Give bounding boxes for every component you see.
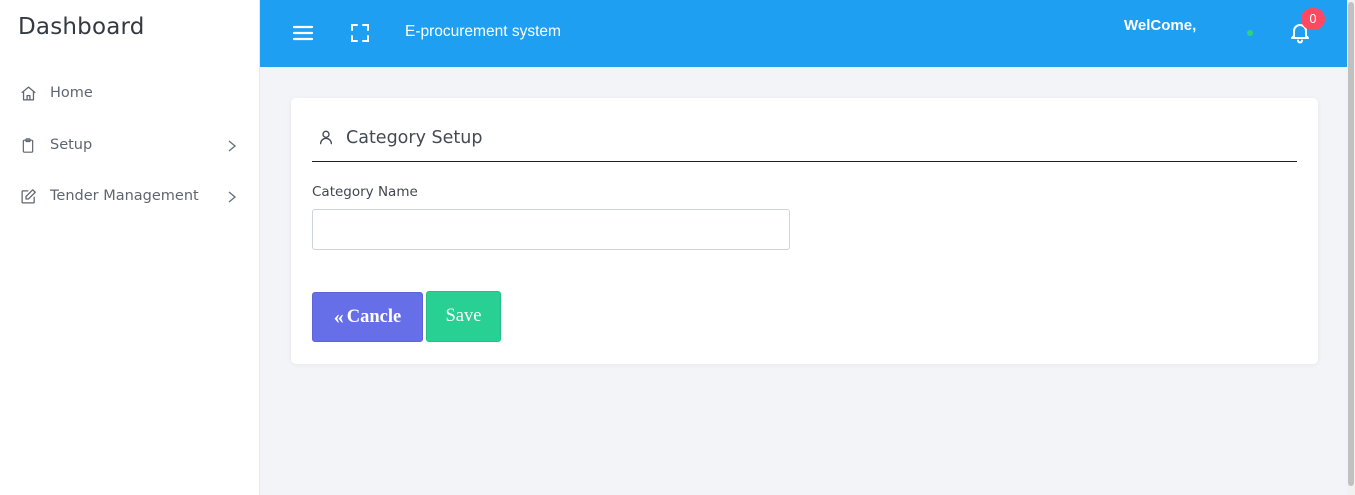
sidebar-item-label: Tender Management <box>50 188 199 204</box>
sidebar-item-setup[interactable]: Setup <box>0 130 259 160</box>
category-name-input[interactable] <box>312 209 790 250</box>
category-name-label: Category Name <box>312 184 418 200</box>
sidebar-item-label: Setup <box>50 137 93 153</box>
edit-icon <box>19 187 37 205</box>
brand-title: Dashboard <box>18 14 145 40</box>
save-button-label: Save <box>445 306 482 326</box>
sidebar-item-tender-management[interactable]: Tender Management <box>0 181 259 211</box>
sidebar: Dashboard Home Setup Tender Management <box>0 0 260 495</box>
double-chevron-left-icon: « <box>333 305 344 328</box>
user-icon <box>318 129 334 145</box>
hamburger-menu-icon[interactable] <box>292 22 314 44</box>
clipboard-icon <box>19 136 37 154</box>
sidebar-item-home[interactable]: Home <box>0 78 259 108</box>
category-setup-card: Category Setup Category Name « Cancle Sa… <box>291 98 1318 364</box>
cancel-button[interactable]: « Cancle <box>312 292 423 342</box>
home-icon <box>19 84 37 102</box>
save-button[interactable]: Save <box>426 291 501 342</box>
card-title: Category Setup <box>346 128 483 148</box>
chevron-right-icon <box>226 189 238 203</box>
chevron-right-icon <box>226 138 238 152</box>
app-title: E-procurement system <box>405 23 561 40</box>
welcome-text: WelCome, <box>1124 17 1197 34</box>
card-header: Category Setup <box>312 124 1297 162</box>
top-navbar: E-procurement system WelCome, 0 <box>260 0 1347 67</box>
online-status-dot <box>1247 30 1253 36</box>
cancel-button-label: Cancle <box>346 306 402 327</box>
notification-badge: 0 <box>1301 8 1325 30</box>
scrollbar-thumb[interactable] <box>1348 2 1354 486</box>
fullscreen-icon[interactable] <box>349 22 371 44</box>
sidebar-item-label: Home <box>50 85 93 101</box>
